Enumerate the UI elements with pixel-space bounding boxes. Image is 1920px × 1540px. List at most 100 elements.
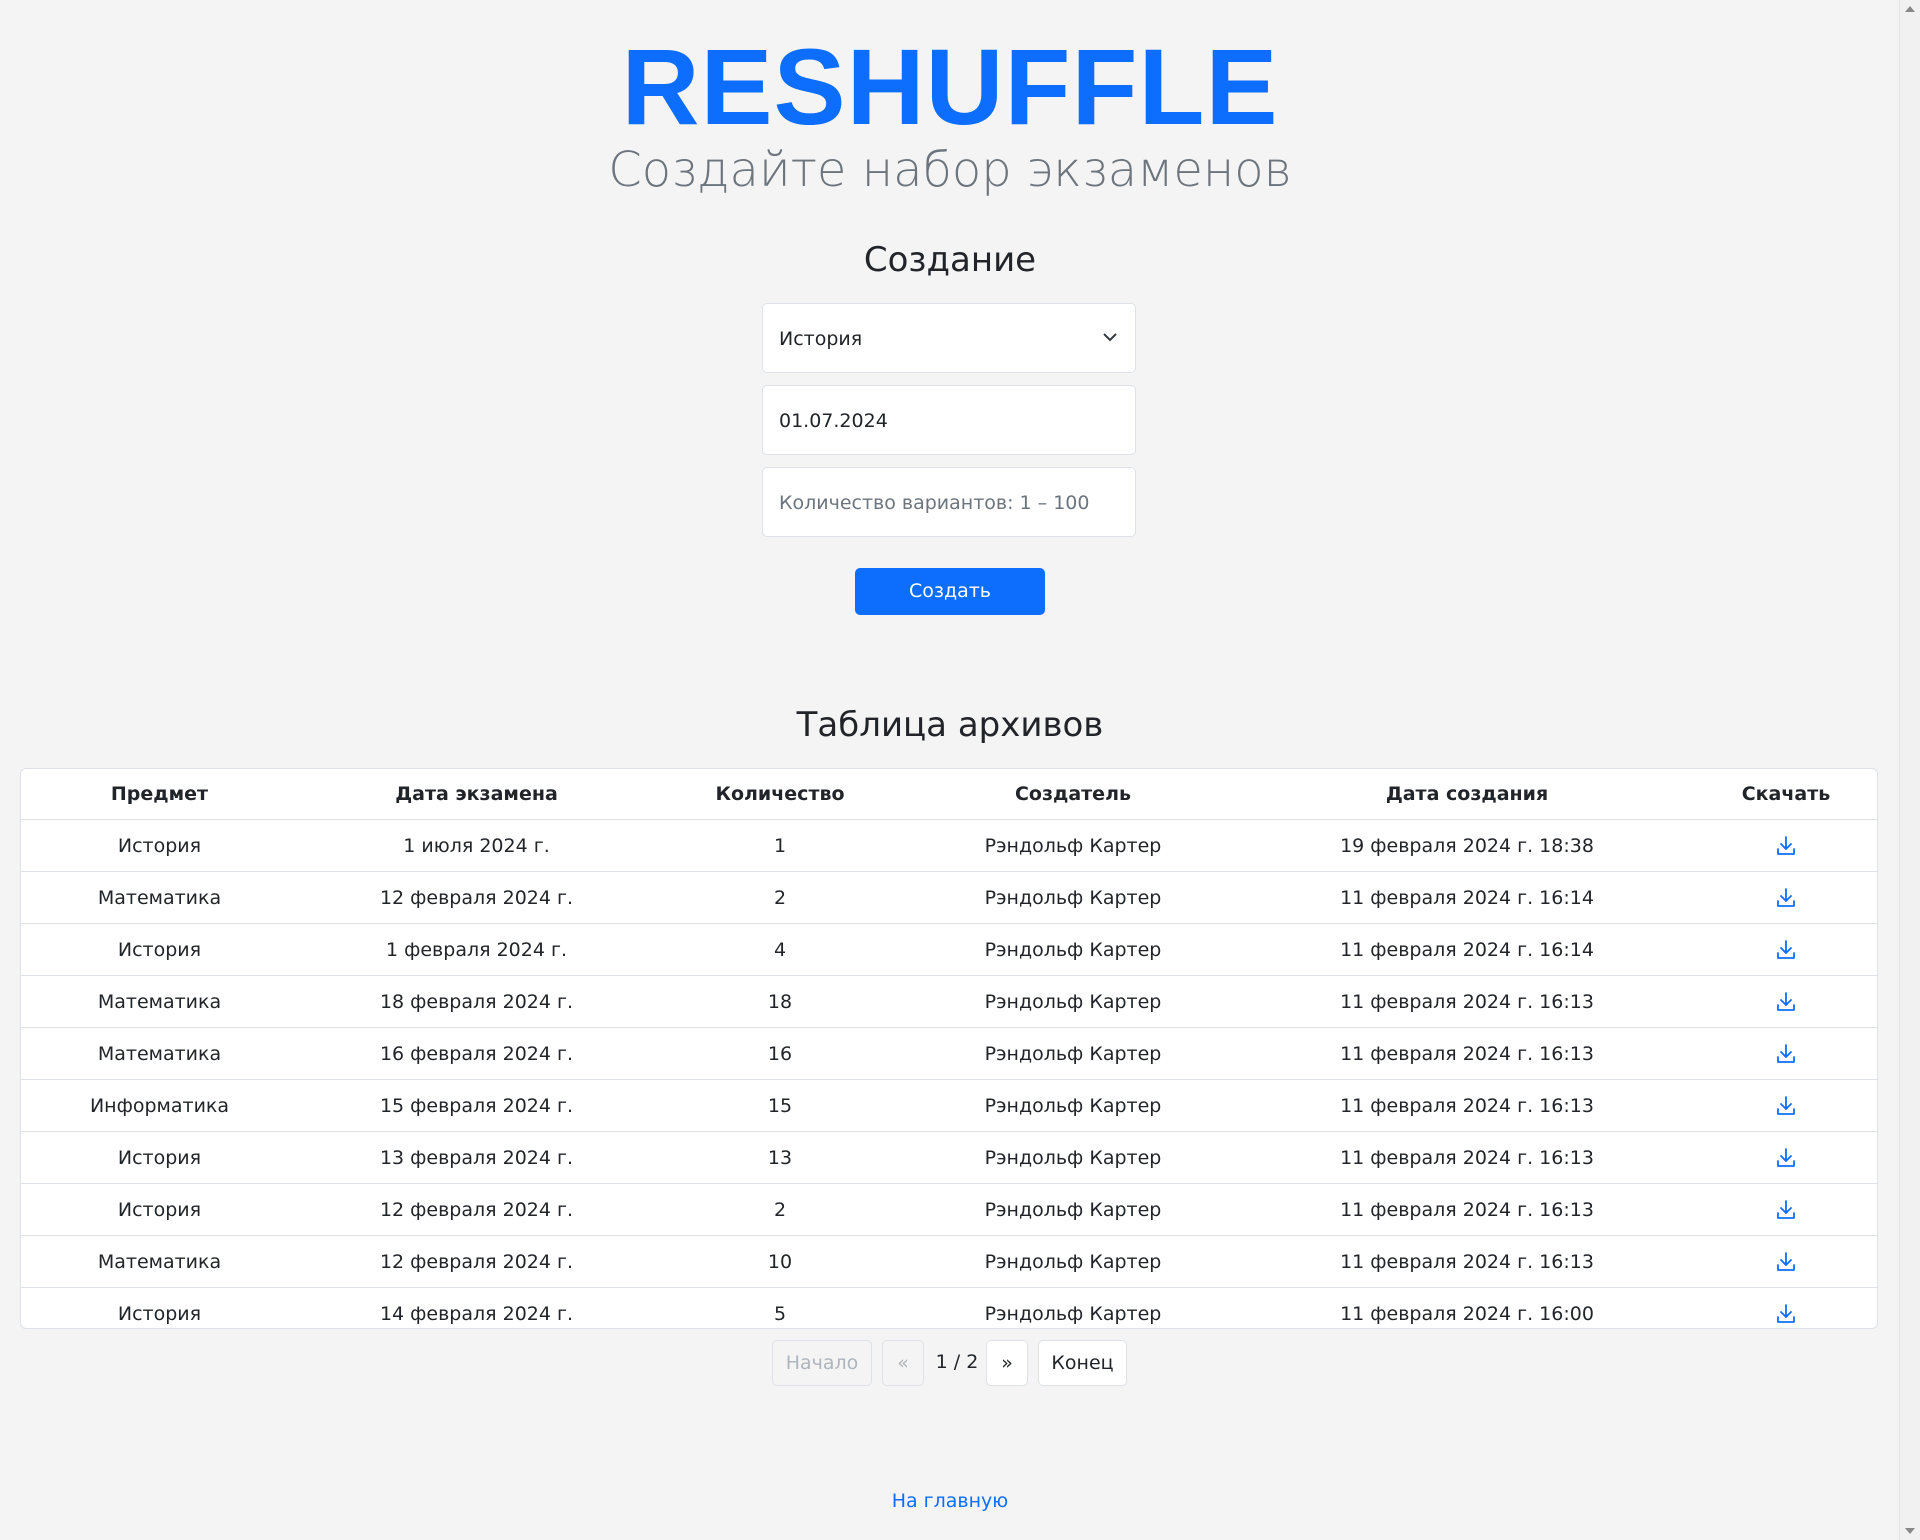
table-row: Математика 12 февраля 2024 г. 10 Рэндольф К… xyxy=(21,1235,1877,1288)
archive-table-card: Предмет Дата экзамена Количество Создате… xyxy=(20,768,1878,1329)
cell-creator: Рэндольф Картер xyxy=(984,1302,1162,1325)
page: RESHUFFLE Создайте набор экзаменов Созда… xyxy=(0,0,1900,1540)
cell-download xyxy=(1693,1027,1877,1080)
scroll-down-arrow-icon[interactable] xyxy=(1905,1528,1915,1534)
cell-exam-date: 1 июля 2024 г. xyxy=(298,819,655,872)
cell-creator: Рэндольф Картер xyxy=(905,923,1241,976)
column-header-subject: Предмет xyxy=(21,769,298,820)
cell-count: 4 xyxy=(655,923,905,976)
cell-creator: Рэндольф Картер xyxy=(905,975,1241,1028)
pagination: Начало « 1 / 2 » Конец xyxy=(0,1340,1900,1390)
table-row: История 1 февраля 2024 г. 4 Рэндольф Картер… xyxy=(21,923,1877,976)
page-scrollbar[interactable] xyxy=(1899,0,1920,1540)
pagination-page-info: 1 / 2 xyxy=(935,1351,979,1373)
column-header-count: Количество xyxy=(655,769,905,820)
cell-download xyxy=(1693,819,1877,872)
table-row: История 13 февраля 2024 г. 13 Рэндольф Карт… xyxy=(21,1131,1877,1184)
download-icon[interactable] xyxy=(1775,887,1797,909)
cell-count: 16 xyxy=(655,1027,905,1080)
cell-download xyxy=(1693,871,1877,924)
cell-creator: Рэндольф Картер xyxy=(905,1183,1241,1236)
download-icon[interactable] xyxy=(1775,835,1797,857)
column-header-created-at: Дата создания xyxy=(1241,769,1693,820)
pagination-last-button[interactable]: Конец xyxy=(1038,1340,1127,1386)
home-link[interactable]: На главную xyxy=(0,1490,1900,1512)
cell-count: 18 xyxy=(655,975,905,1028)
cell-exam-date: 16 февраля 2024 г. xyxy=(298,1027,655,1080)
archive-section-title: Таблица архивов xyxy=(796,705,1104,745)
cell-created-at: 11 февраля 2024 г. 16:13 xyxy=(1241,1079,1693,1132)
table-row: Математика 16 февраля 2024 г. 16 Рэндольф К… xyxy=(21,1027,1877,1080)
cell-creator: Рэндольф Картер xyxy=(905,1079,1241,1132)
table-row: Математика 18 февраля 2024 г. 18 Рэндольф К… xyxy=(21,975,1877,1028)
cell-count: 5 xyxy=(773,1302,787,1325)
page-subtitle: Создайте набор экзаменов xyxy=(608,142,1292,198)
cell-exam-date: 15 февраля 2024 г. xyxy=(298,1079,655,1132)
cell-subject: История xyxy=(21,1131,298,1184)
cell-subject: Математика xyxy=(21,975,298,1028)
cell-count: 2 xyxy=(655,871,905,924)
cell-created-at: 11 февраля 2024 г. 16:14 xyxy=(1241,923,1693,976)
cell-creator: Рэндольф Картер xyxy=(905,1027,1241,1080)
cell-subject: История xyxy=(117,1302,202,1325)
subject-select[interactable]: История xyxy=(762,303,1136,373)
subject-select-value: История xyxy=(779,328,863,350)
column-header-exam-date: Дата экзамена xyxy=(298,769,655,820)
download-icon[interactable] xyxy=(1775,1251,1797,1273)
table-header-row: Предмет Дата экзамена Количество Создате… xyxy=(21,769,1877,820)
cell-created-at: 19 февраля 2024 г. 18:38 xyxy=(1241,819,1693,872)
cell-exam-date: 12 февраля 2024 г. xyxy=(298,1235,655,1288)
download-icon[interactable] xyxy=(1775,939,1797,961)
cell-count: 10 xyxy=(655,1235,905,1288)
cell-download xyxy=(1693,1235,1877,1288)
table-row: Математика 12 февраля 2024 г. 2 Рэндольф Ка… xyxy=(21,871,1877,924)
cell-creator: Рэндольф Картер xyxy=(905,1235,1241,1288)
download-icon[interactable] xyxy=(1775,1043,1797,1065)
chevron-down-icon xyxy=(1103,333,1117,342)
cell-count: 1 xyxy=(655,819,905,872)
create-section-title: Создание xyxy=(863,240,1037,280)
variants-count-input[interactable]: Количество вариантов: 1 – 100 xyxy=(762,467,1136,537)
archive-table: Предмет Дата экзамена Количество Создате… xyxy=(21,769,1877,1329)
cell-count: 2 xyxy=(655,1183,905,1236)
cell-download xyxy=(1693,1079,1877,1132)
cell-subject: История xyxy=(21,819,298,872)
table-row: История 12 февраля 2024 г. 2 Рэндольф Карте… xyxy=(21,1183,1877,1236)
cell-subject: Математика xyxy=(21,1027,298,1080)
download-icon[interactable] xyxy=(1775,991,1797,1013)
download-icon[interactable] xyxy=(1775,1147,1797,1169)
cell-subject: Математика xyxy=(21,1235,298,1288)
cell-exam-date: 12 февраля 2024 г. xyxy=(298,1183,655,1236)
cell-download xyxy=(1693,923,1877,976)
exam-date-input[interactable]: 01.07.2024 xyxy=(762,385,1136,455)
brand-title: RESHUFFLE xyxy=(621,26,1279,147)
pagination-first-button[interactable]: Начало xyxy=(772,1340,872,1386)
cell-created-at: 11 февраля 2024 г. 16:13 xyxy=(1241,1235,1693,1288)
cell-subject: История xyxy=(21,1183,298,1236)
cell-creator: Рэндольф Картер xyxy=(905,871,1241,924)
cell-count: 15 xyxy=(655,1079,905,1132)
column-header-download: Скачать xyxy=(1693,769,1877,820)
download-icon[interactable] xyxy=(1775,1303,1797,1325)
scroll-up-arrow-icon[interactable] xyxy=(1905,6,1915,12)
cell-subject: История xyxy=(21,923,298,976)
table-row: История 1 июля 2024 г. 1 Рэндольф Картер 19 … xyxy=(21,819,1877,872)
table-row: Информатика 15 февраля 2024 г. 15 Рэндольф … xyxy=(21,1079,1877,1132)
cell-exam-date: 1 февраля 2024 г. xyxy=(298,923,655,976)
cell-created-at: 11 февраля 2024 г. 16:13 xyxy=(1241,1131,1693,1184)
cell-created-at: 11 февраля 2024 г. 16:13 xyxy=(1241,1027,1693,1080)
cell-count: 13 xyxy=(655,1131,905,1184)
cell-exam-date: 13 февраля 2024 г. xyxy=(298,1131,655,1184)
pagination-prev-button[interactable]: « xyxy=(882,1340,924,1386)
pagination-next-button[interactable]: » xyxy=(986,1340,1028,1386)
download-icon[interactable] xyxy=(1775,1095,1797,1117)
cell-subject: Математика xyxy=(21,871,298,924)
cell-creator: Рэндольф Картер xyxy=(905,819,1241,872)
cell-created-at: 11 февраля 2024 г. 16:14 xyxy=(1241,871,1693,924)
cell-exam-date: 18 февраля 2024 г. xyxy=(298,975,655,1028)
create-button[interactable]: Создать xyxy=(855,568,1045,615)
cell-created-at: 11 февраля 2024 г. 16:13 xyxy=(1241,1183,1693,1236)
download-icon[interactable] xyxy=(1775,1199,1797,1221)
table-row: История 14 февраля 2024 г. 5 Рэндольф Карте… xyxy=(21,1288,1877,1329)
cell-exam-date: 14 февраля 2024 г. xyxy=(379,1302,574,1325)
